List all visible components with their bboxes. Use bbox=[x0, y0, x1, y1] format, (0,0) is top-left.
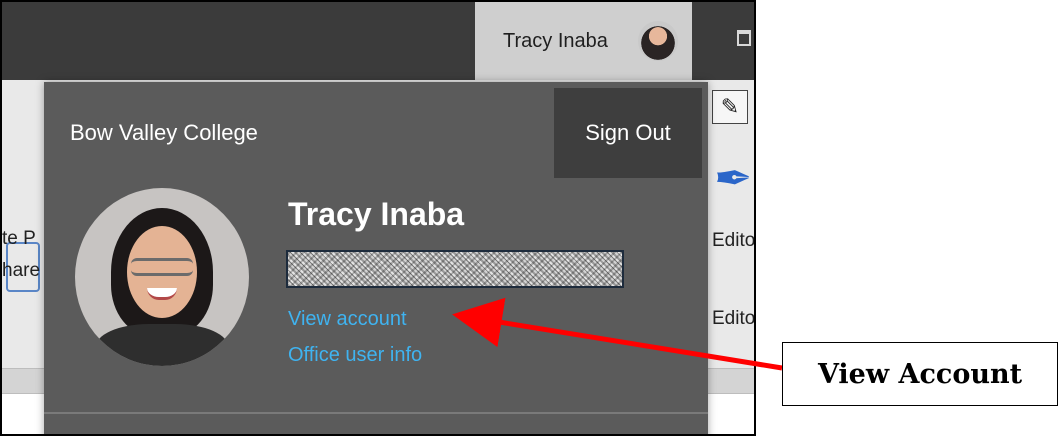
callout-label: View Account bbox=[782, 342, 1058, 406]
